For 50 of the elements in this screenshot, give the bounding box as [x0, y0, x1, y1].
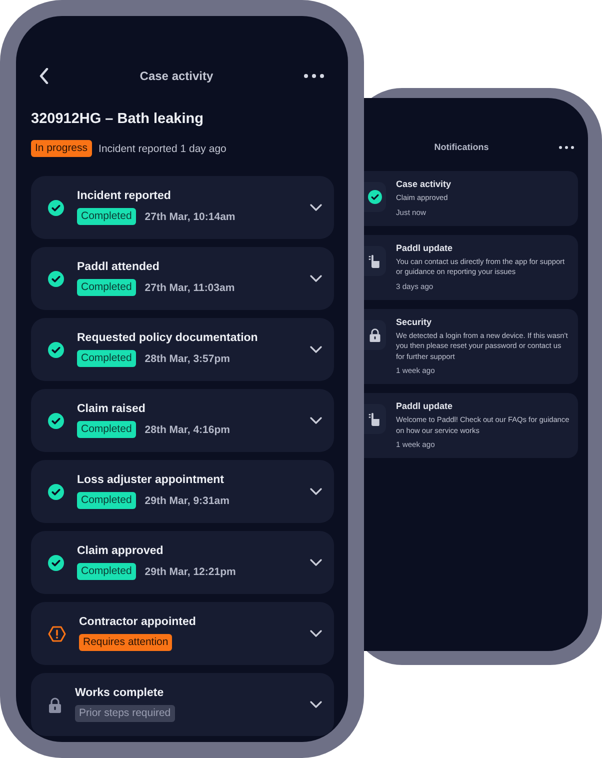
- back-icon: [39, 68, 49, 84]
- step-date: 28th Mar, 4:16pm: [144, 424, 230, 436]
- screen-title: Notifications: [433, 142, 490, 152]
- chevron-down-icon: [310, 488, 322, 495]
- notification-title: Security: [396, 316, 433, 326]
- chevron-down-icon: [310, 275, 322, 282]
- notification-title: Paddl update: [396, 401, 454, 411]
- chevron-down-icon: [310, 701, 322, 708]
- case-title: 320912HG – Bath leaking: [31, 111, 204, 127]
- step-date: 29th Mar, 9:31am: [144, 494, 230, 506]
- step-title: Incident reported: [77, 190, 172, 202]
- step-card[interactable]: Incident reported Completed 27th Mar, 10:14am: [31, 176, 334, 239]
- step-date: 28th Mar, 3:57pm: [144, 352, 230, 364]
- step-title: Works complete: [75, 687, 165, 699]
- step-card[interactable]: Loss adjuster appointment Completed 29th Mar, 9:31am: [31, 460, 334, 523]
- step-title: Paddl attended: [77, 261, 160, 273]
- status-badge: Completed: [77, 279, 136, 296]
- step-date: 29th Mar, 12:21pm: [144, 566, 236, 578]
- status-badge: Requires attention: [79, 634, 172, 651]
- step-title: Loss adjuster appointment: [77, 474, 225, 486]
- status-badge: Completed: [77, 563, 136, 580]
- chevron-down-icon: [310, 559, 322, 566]
- chevron-down-icon: [310, 346, 322, 353]
- status-badge: In progress: [31, 140, 92, 157]
- step-card[interactable]: Claim approved Completed 29th Mar, 12:21pm: [31, 531, 334, 594]
- step-title: Requested policy documentation: [77, 332, 259, 344]
- step-card[interactable]: Contractor appointed Requires attention: [31, 602, 334, 665]
- step-card[interactable]: Requested policy documentation Completed 28th Mar, 3:57pm: [31, 318, 334, 381]
- step-card[interactable]: Paddl attended Completed 27th Mar, 11:03am: [31, 247, 334, 310]
- status-badge: Completed: [77, 492, 136, 509]
- step-date: 27th Mar, 10:14am: [144, 210, 236, 222]
- step-card[interactable]: Claim raised Completed 28th Mar, 4:16pm: [31, 389, 334, 452]
- step-card[interactable]: Works complete Prior steps required: [31, 673, 334, 736]
- status-note: Incident reported 1 day ago: [98, 142, 226, 154]
- chevron-down-icon: [310, 417, 322, 424]
- status-badge: Completed: [77, 421, 136, 438]
- step-title: Claim approved: [77, 545, 164, 557]
- step-date: 27th Mar, 11:03am: [144, 282, 235, 294]
- step-title: Claim raised: [77, 403, 146, 415]
- screen-title: Case activity: [138, 69, 214, 83]
- notification-title: Case activity: [396, 179, 452, 189]
- status-badge: Completed: [77, 208, 136, 225]
- status-badge: Prior steps required: [75, 705, 175, 722]
- status-badge: Completed: [77, 350, 136, 367]
- notification-title: Paddl update: [396, 242, 454, 252]
- step-title: Contractor appointed: [79, 616, 197, 628]
- chevron-down-icon: [310, 630, 322, 637]
- more-icon: [559, 146, 574, 148]
- chevron-down-icon: [310, 204, 322, 211]
- more-icon: [304, 74, 324, 78]
